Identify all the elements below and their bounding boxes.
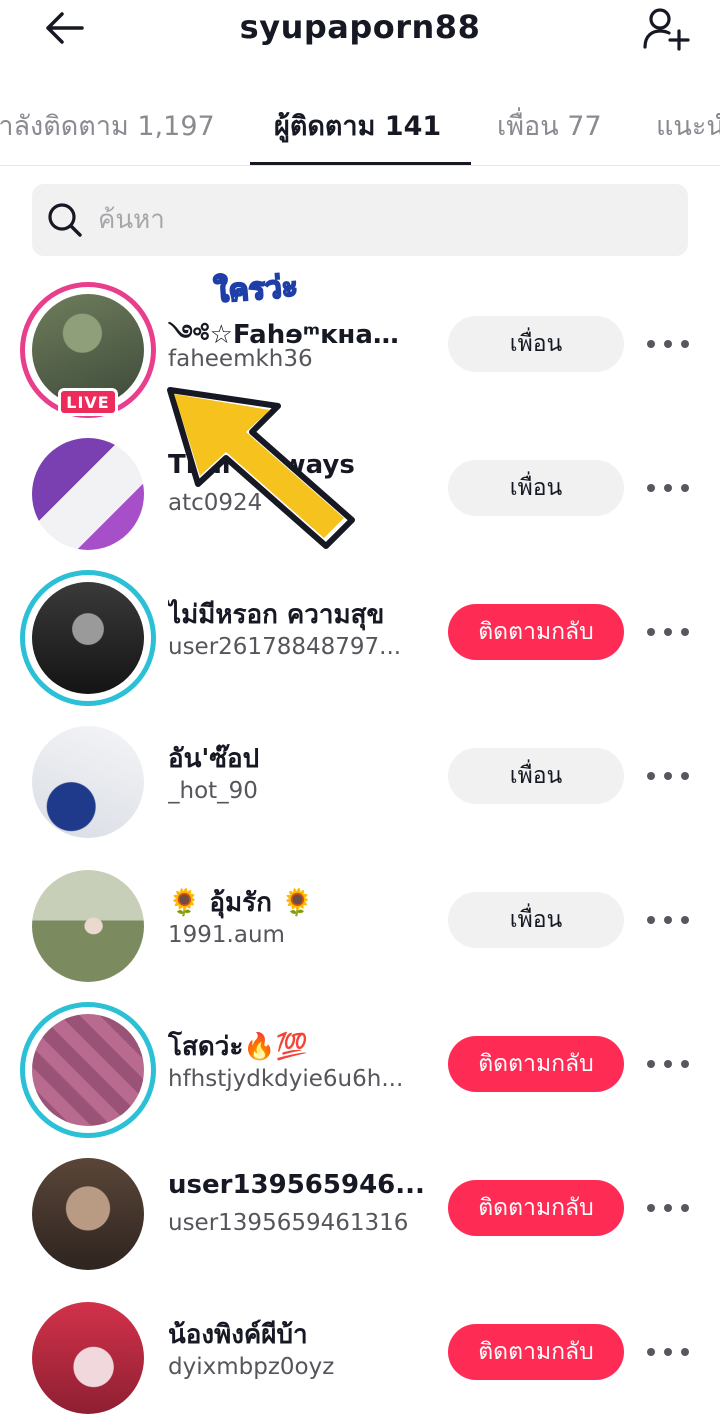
more-options-icon[interactable] — [644, 1190, 692, 1226]
avatar[interactable] — [20, 1290, 156, 1424]
add-person-icon — [643, 8, 690, 51]
follower-handle: _hot_90 — [168, 778, 258, 804]
list-item[interactable]: น้องพิงค์ผีบ้า dyixmbpz0oyz ติดตามกลับ — [0, 1280, 720, 1424]
pointer-arrow-icon — [167, 387, 355, 549]
avatar[interactable] — [20, 1002, 156, 1138]
tab-friends[interactable]: เพื่อน 77 — [497, 104, 602, 147]
more-options-icon[interactable] — [644, 1334, 692, 1370]
follower-name: 🌻 อุ้มรัก 🌻 — [168, 888, 314, 918]
more-options-icon[interactable] — [644, 326, 692, 362]
follower-name: user139565946... — [168, 1170, 425, 1200]
more-options-icon[interactable] — [644, 1046, 692, 1082]
avatar-image — [32, 1014, 144, 1126]
follow-back-button[interactable]: ติดตามกลับ — [448, 604, 624, 660]
follower-name: ไม่มีหรอก ความสุข — [168, 600, 385, 630]
more-options-icon[interactable] — [644, 614, 692, 650]
add-friend-button[interactable] — [640, 4, 692, 52]
avatar-image — [32, 1302, 144, 1414]
avatar[interactable]: LIVE — [20, 282, 156, 418]
list-item[interactable]: อัน'ซ๊อป _hot_90 เพื่อน — [0, 704, 720, 848]
follower-handle: user1395659461316 — [168, 1210, 409, 1236]
avatar[interactable] — [20, 858, 156, 994]
follower-name: อัน'ซ๊อป — [168, 744, 260, 774]
more-options-icon[interactable] — [644, 470, 692, 506]
avatar-image — [32, 1158, 144, 1270]
follower-name: โสดว่ะ🔥💯 — [168, 1032, 309, 1062]
avatar[interactable] — [20, 714, 156, 850]
friend-button[interactable]: เพื่อน — [448, 748, 624, 804]
follower-handle: 1991.aum — [168, 922, 285, 948]
tab-bar: กำลังติดตาม 1,197 ผู้ติดตาม 141 เพื่อน 7… — [0, 96, 720, 166]
tab-following[interactable]: กำลังติดตาม 1,197 — [0, 104, 215, 147]
avatar[interactable] — [20, 570, 156, 706]
live-badge: LIVE — [58, 388, 118, 416]
tab-followers[interactable]: ผู้ติดตาม 141 — [274, 104, 441, 147]
list-item[interactable]: โสดว่ะ🔥💯 hfhstjydkdyie6u6h... ติดตามกลับ — [0, 992, 720, 1138]
active-tab-indicator — [250, 162, 471, 165]
list-item[interactable]: user139565946... user1395659461316 ติดตา… — [0, 1136, 720, 1280]
avatar-image — [32, 726, 144, 838]
follow-back-button[interactable]: ติดตามกลับ — [448, 1180, 624, 1236]
follower-name: น้องพิงค์ผีบ้า — [168, 1320, 308, 1350]
friend-button[interactable]: เพื่อน — [448, 316, 624, 372]
friend-button[interactable]: เพื่อน — [448, 460, 624, 516]
list-item[interactable]: ไม่มีหรอก ความสุข user26178848797... ติด… — [0, 560, 720, 706]
search-bar[interactable] — [32, 184, 688, 256]
avatar[interactable] — [20, 426, 156, 562]
follower-handle: hfhstjydkdyie6u6h... — [168, 1066, 404, 1092]
list-item[interactable]: 🌻 อุ้มรัก 🌻 1991.aum เพื่อน — [0, 848, 720, 992]
friend-button[interactable]: เพื่อน — [448, 892, 624, 948]
avatar[interactable] — [20, 1146, 156, 1282]
follow-back-button[interactable]: ติดตามกลับ — [448, 1036, 624, 1092]
tab-suggested[interactable]: แนะนำ — [656, 104, 720, 147]
search-input[interactable] — [98, 205, 658, 235]
avatar-image — [32, 582, 144, 694]
top-bar: syupaporn88 — [0, 0, 720, 60]
page-title: syupaporn88 — [239, 8, 481, 46]
search-icon — [48, 203, 82, 237]
sticker-text: ใครว่ะ — [212, 268, 300, 311]
more-options-icon[interactable] — [644, 902, 692, 938]
follower-handle: user26178848797... — [168, 634, 402, 660]
follower-handle: faheemkh36 — [168, 346, 313, 372]
follow-back-button[interactable]: ติดตามกลับ — [448, 1324, 624, 1380]
avatar-image — [32, 438, 144, 550]
more-options-icon[interactable] — [644, 758, 692, 794]
avatar-image — [32, 870, 144, 982]
follower-handle: dyixmbpz0oyz — [168, 1354, 335, 1380]
